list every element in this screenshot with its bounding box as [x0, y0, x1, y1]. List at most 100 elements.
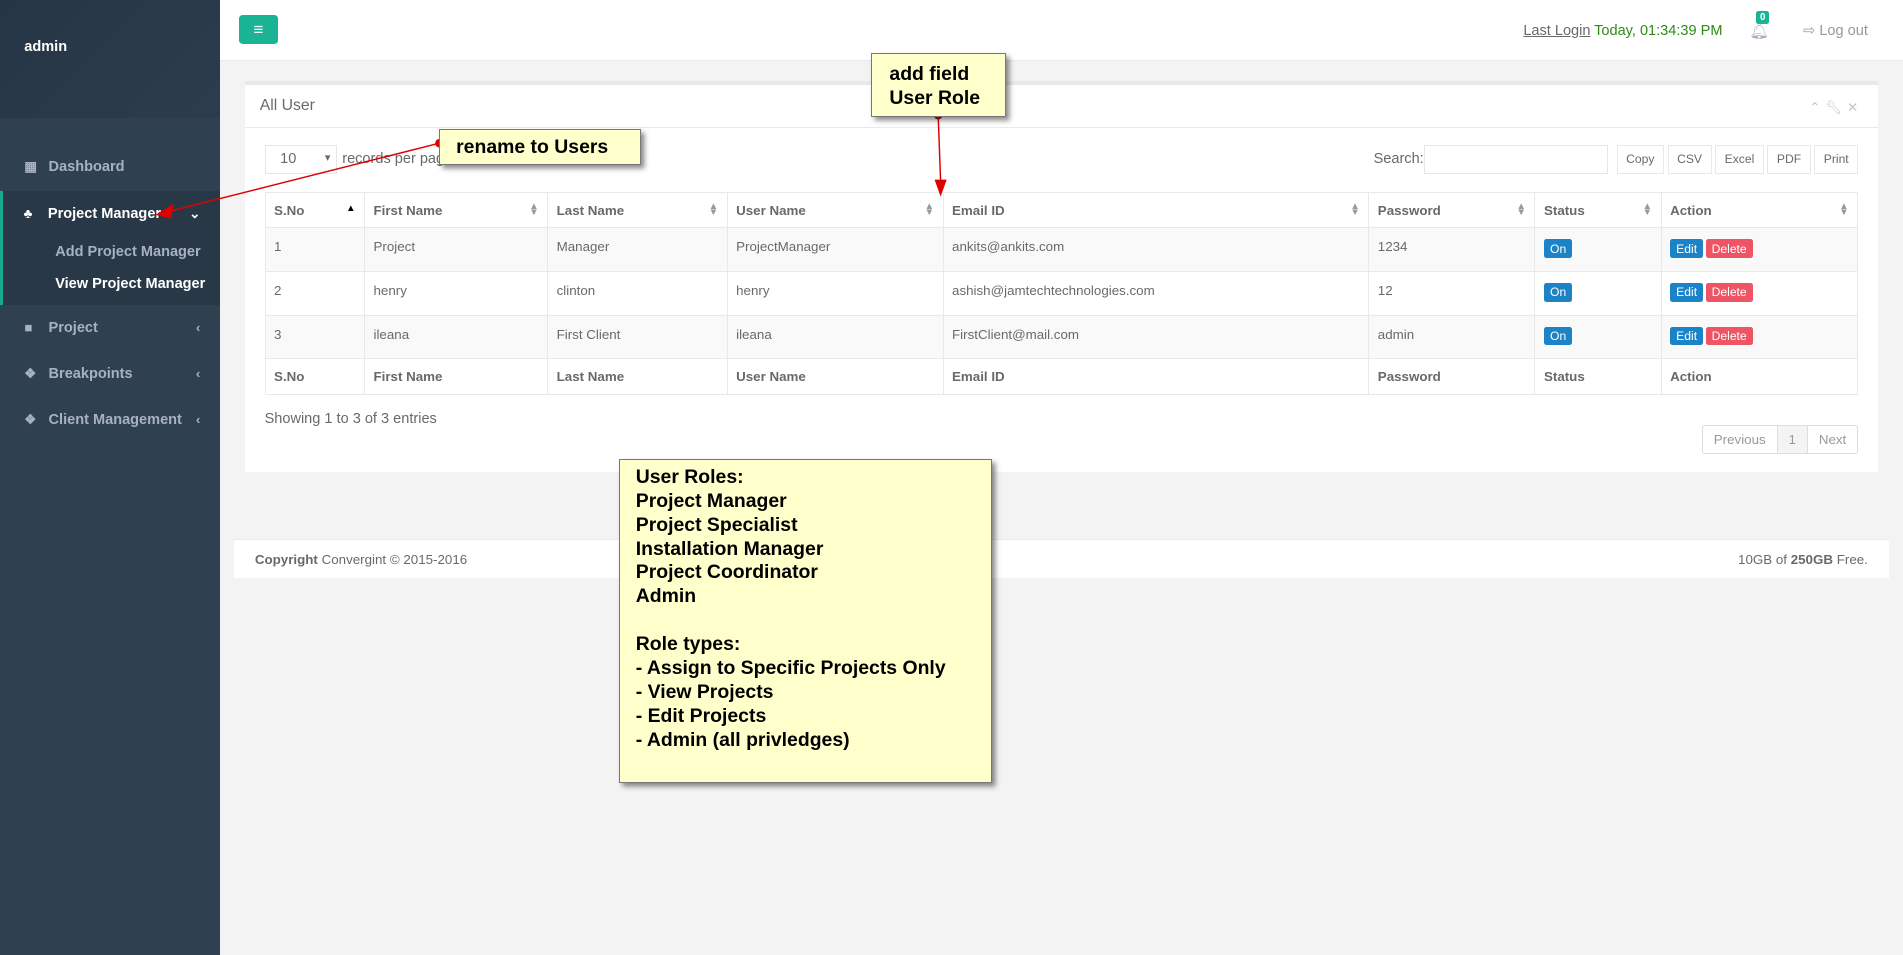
- pagination: Previous 1 Next: [1701, 425, 1859, 455]
- annotation-add-field: add field User Role: [871, 53, 1007, 117]
- column-header[interactable]: User Name ▲ ▼: [726, 192, 944, 229]
- print-button[interactable]: Print: [1814, 144, 1859, 174]
- sidebar: admin ▦ Dashboard ♣ Project Manager ⌄ Add P…: [0, 0, 220, 955]
- cell-password: 12: [1368, 270, 1536, 316]
- nav-label: Project Manager: [47, 205, 162, 222]
- status-toggle-button[interactable]: On: [1543, 326, 1573, 346]
- records-per-page-select[interactable]: 10: [264, 144, 338, 174]
- username[interactable]: admin: [24, 39, 67, 55]
- last-login-link[interactable]: Last Login: [1523, 23, 1590, 39]
- logout-label: Log out: [1819, 23, 1868, 40]
- sort-icon: ▲ ▼: [1350, 201, 1360, 219]
- chevron-left-icon: ‹: [195, 412, 201, 428]
- sort-icon: ▲ ▼: [1642, 201, 1653, 219]
- nav-group-project-manager: ♣ Project Manager ⌄ Add Project Manager Vi…: [0, 190, 220, 305]
- nav-breakpoints[interactable]: ❖ Breakpoints ‹: [0, 351, 220, 397]
- logout-button[interactable]: ⇨ Log out: [1803, 22, 1868, 39]
- chevron-down-icon: ⌄: [189, 205, 201, 221]
- edit-button[interactable]: Edit: [1670, 326, 1704, 346]
- sitemap-icon: ♣: [23, 206, 33, 222]
- nav-label: Breakpoints: [48, 365, 133, 382]
- table-info: Showing 1 to 3 of 3 entries: [264, 410, 437, 427]
- cubes-icon: ❖: [24, 365, 37, 381]
- copyright-text: Convergint © 2015-2016: [321, 552, 468, 567]
- column-header[interactable]: Last Name ▲ ▼: [547, 192, 728, 229]
- cell-action: Edit Delete: [1660, 270, 1859, 316]
- nav-project-manager[interactable]: ♣ Project Manager ⌄: [3, 191, 220, 237]
- cell-first-name: henry: [364, 270, 549, 316]
- csv-button[interactable]: CSV: [1667, 144, 1712, 174]
- nav-dashboard[interactable]: ▦ Dashboard: [0, 144, 220, 190]
- previous-page-button[interactable]: Previous: [1703, 426, 1778, 454]
- column-header-label: Last Name: [556, 202, 625, 218]
- annotation-line: - Assign to Specific Projects Only: [635, 657, 946, 680]
- menu-toggle-button[interactable]: ≡: [239, 14, 278, 44]
- column-footer-label: Status: [1543, 368, 1585, 384]
- annotation-line: User Roles:: [635, 465, 744, 488]
- cell-email-id: ankits@ankits.com: [942, 227, 1370, 272]
- column-header[interactable]: Password ▲ ▼: [1368, 192, 1536, 229]
- collapse-icon[interactable]: ⌃: [1809, 100, 1825, 115]
- next-page-button[interactable]: Next: [1808, 426, 1857, 453]
- status-toggle-button[interactable]: On: [1543, 239, 1573, 259]
- column-header-label: Status: [1543, 202, 1585, 218]
- delete-button[interactable]: Delete: [1705, 239, 1753, 259]
- column-footer: Action: [1660, 358, 1859, 395]
- dashboard-icon: ▦: [24, 159, 37, 175]
- sort-icon: ▲ ▼: [1839, 201, 1849, 219]
- copy-button[interactable]: Copy: [1616, 144, 1664, 174]
- column-footer: Email ID: [942, 358, 1370, 395]
- sort-icon: ▲ ▼: [1516, 201, 1526, 219]
- column-footer-label: Last Name: [556, 368, 625, 384]
- wrench-icon[interactable]: 🔧︎: [1825, 100, 1847, 115]
- annotation-user-roles: User Roles: Project Manager Project Specia…: [618, 458, 992, 783]
- column-header-label: First Name: [373, 202, 443, 218]
- cell-s-no: 2: [264, 270, 366, 316]
- excel-button[interactable]: Excel: [1715, 144, 1764, 174]
- page-1-button[interactable]: 1: [1777, 426, 1808, 454]
- nav-client-management[interactable]: ❖ Client Management ‹: [0, 397, 220, 443]
- annotation-line: Role types:: [635, 633, 741, 656]
- status-toggle-button[interactable]: On: [1543, 282, 1573, 302]
- topbar: ≡ Last Login Today, 01:34:39 PM 🔔︎ 0 ⇨ Lo…: [219, 0, 1903, 61]
- hamburger-icon: ≡: [253, 19, 264, 39]
- cell-last-name: Manager: [547, 227, 728, 272]
- cell-action: Edit Delete: [1660, 227, 1859, 272]
- pdf-button[interactable]: PDF: [1767, 144, 1811, 174]
- column-footer: First Name: [364, 358, 549, 395]
- cell-user-name: ileana: [726, 314, 944, 360]
- notifications-button[interactable]: 🔔︎ 0: [1749, 10, 1769, 41]
- column-header[interactable]: Action ▲ ▼: [1660, 192, 1859, 229]
- close-icon[interactable]: ✕: [1847, 100, 1863, 115]
- column-footer: S.No: [264, 358, 366, 395]
- cell-action: Edit Delete: [1660, 314, 1859, 360]
- annotation-line: Installation Manager: [635, 537, 824, 560]
- edit-button[interactable]: Edit: [1670, 282, 1704, 302]
- folder-icon: ■: [24, 320, 33, 336]
- column-footer-label: S.No: [274, 368, 305, 384]
- storage-used: 10GB of: [1738, 552, 1787, 567]
- chevron-left-icon: ‹: [195, 320, 201, 336]
- delete-button[interactable]: Delete: [1705, 282, 1753, 302]
- annotation-line: [636, 609, 975, 633]
- column-header[interactable]: Status ▲ ▼: [1534, 192, 1662, 229]
- column-header[interactable]: S.No ▲: [264, 192, 366, 229]
- storage-total: 250GB: [1790, 552, 1833, 567]
- column-header[interactable]: First Name ▲ ▼: [364, 192, 549, 229]
- search-input[interactable]: [1423, 144, 1609, 174]
- table-row: 2 henry clinton henry ashish@jamtechtechnolo…: [264, 270, 1859, 316]
- column-footer-label: Email ID: [952, 368, 1005, 384]
- panel-title: All User: [245, 85, 1878, 128]
- nav-add-project-manager[interactable]: Add Project Manager: [3, 237, 220, 269]
- footer: Copyright Convergint © 2015-2016 10GB of…: [234, 538, 1889, 578]
- column-header[interactable]: Email ID ▲ ▼: [942, 192, 1370, 229]
- chevron-left-icon: ‹: [195, 366, 201, 382]
- cell-password: admin: [1368, 314, 1536, 360]
- nav-project[interactable]: ■ Project ‹: [0, 305, 220, 351]
- edit-button[interactable]: Edit: [1670, 239, 1704, 259]
- cubes-icon: ❖: [24, 411, 37, 427]
- search-label: Search:: [1373, 151, 1424, 168]
- nav-view-project-manager[interactable]: View Project Manager: [3, 268, 220, 300]
- cell-first-name: ileana: [364, 314, 549, 360]
- delete-button[interactable]: Delete: [1705, 326, 1753, 346]
